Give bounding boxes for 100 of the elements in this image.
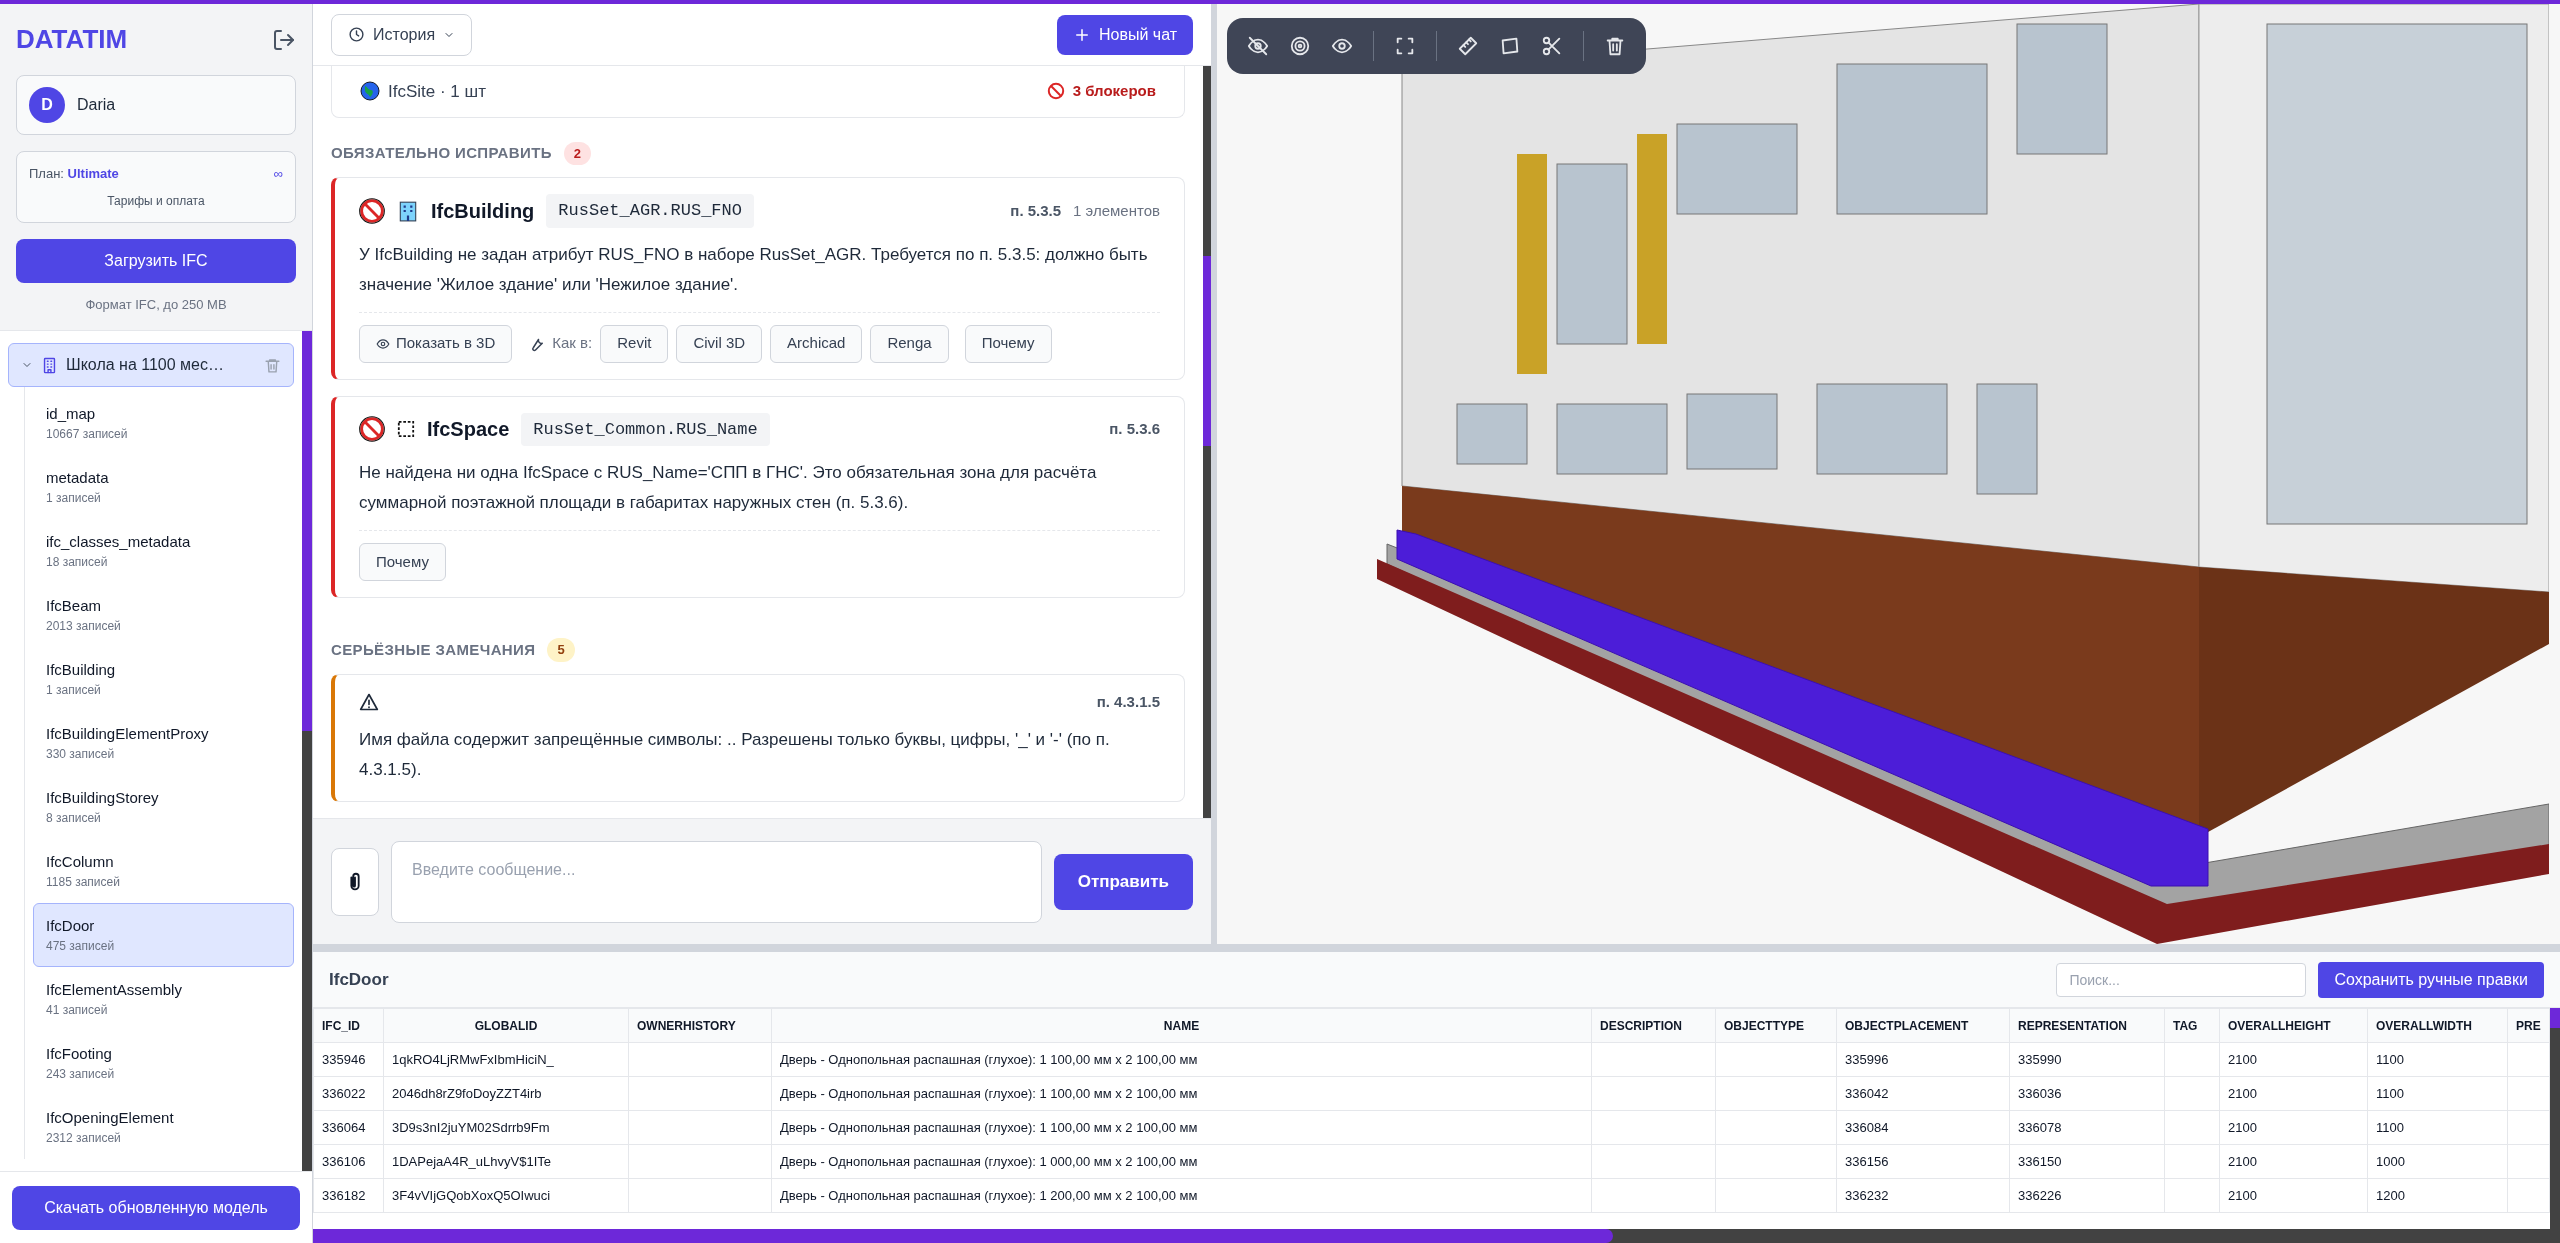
table-cell: 1100	[2367, 1042, 2508, 1077]
billing-link[interactable]: Тарифы и оплата	[29, 191, 283, 210]
scrollbar[interactable]	[302, 331, 312, 1171]
table-list-item[interactable]: IfcColumn 1185 записей	[33, 839, 294, 903]
column-header[interactable]: GLOBALID	[383, 1008, 629, 1043]
plan-label: План: Ultimate	[29, 165, 119, 183]
building-icon	[397, 199, 419, 222]
column-header[interactable]: OBJECTPLACEMENT	[1836, 1008, 2010, 1043]
table-list-item[interactable]: ifc_classes_metadata 18 записей	[33, 519, 294, 583]
column-header[interactable]: OBJECTTYPE	[1715, 1008, 1837, 1043]
prohibited-icon	[1046, 82, 1065, 101]
column-header[interactable]: IFC_ID	[313, 1008, 384, 1043]
table-cell: 336042	[1836, 1076, 2010, 1111]
table-list-item[interactable]: IfcElementAssembly 41 записей	[33, 967, 294, 1031]
entity-name: IfcBuilding	[431, 198, 535, 224]
table-title: IfcDoor	[329, 968, 389, 991]
save-button[interactable]: Сохранить ручные правки	[2318, 961, 2544, 998]
table-cell: 1100	[2367, 1076, 2508, 1111]
table-cell: 1DAPejaA4R_uLhvyV$1ITe	[383, 1144, 629, 1179]
table-cell: 2100	[2219, 1076, 2368, 1111]
table-cell: 335996	[1836, 1042, 2010, 1077]
resize-handle[interactable]	[1211, 4, 1217, 944]
table-list-item[interactable]: IfcOpeningElement 2312 записей	[33, 1095, 294, 1159]
eye-icon	[376, 336, 390, 351]
column-header[interactable]: OVERALLHEIGHT	[2219, 1008, 2368, 1043]
project-name: Школа на 1100 мес…	[66, 355, 225, 375]
column-header[interactable]: REPRESENTATION	[2009, 1008, 2165, 1043]
scissors-icon[interactable]	[1541, 35, 1563, 57]
fullscreen-icon[interactable]	[1394, 35, 1416, 57]
issue-text: Не найдена ни одна IfcSpace с RUS_Name='СПП в ГНС'. Это обязательная зона для расчёта суммарной поэтажной площади в габаритах наружных стен (п. 5.3.6).	[359, 462, 1098, 514]
table-cell: 3F4vVIjGQobXoxQ5OIwuci	[383, 1178, 629, 1213]
building-icon	[41, 356, 58, 374]
dashed-square-icon	[397, 420, 415, 439]
app-button[interactable]: Civil 3D	[676, 324, 763, 363]
column-header[interactable]: OWNERHISTORY	[628, 1008, 772, 1043]
app-button[interactable]: Archicad	[770, 324, 863, 363]
table-list-item[interactable]: IfcFooting 243 записей	[33, 1031, 294, 1095]
table-cell: Дверь - Однопольная распашная (глухое): 1 000,00 мм x 2 100,00 мм	[771, 1144, 1592, 1179]
table-cell: 1200	[2367, 1178, 2508, 1213]
scrollbar[interactable]	[2550, 1008, 2560, 1229]
ruler-icon[interactable]	[1457, 35, 1479, 57]
app-button[interactable]: Revit	[600, 324, 669, 363]
element-count: 1 элементов	[1073, 200, 1160, 221]
user-avatar: D	[29, 87, 65, 123]
table-cell: 336182	[313, 1178, 384, 1213]
table-cell: 336156	[1836, 1144, 2010, 1179]
logout-icon[interactable]	[272, 27, 296, 52]
why-button[interactable]: Почему	[964, 324, 1052, 363]
table-cell: 336078	[2009, 1110, 2165, 1145]
history-button[interactable]: История	[331, 13, 473, 56]
attribute-code: RusSet_AGR.RUS_FNO	[546, 194, 754, 228]
prohibited-icon	[359, 416, 385, 443]
table-cell: 2046dh8rZ9foDoyZZT4irb	[383, 1076, 629, 1111]
table-list-item[interactable]: id_map 10667 записей	[33, 391, 294, 455]
trash-icon[interactable]	[1604, 35, 1626, 57]
upload-hint: Формат IFC, до 250 MB	[84, 295, 228, 314]
column-header[interactable]: PRE	[2507, 1008, 2550, 1043]
table-list-item[interactable]: IfcBeam 2013 записей	[33, 583, 294, 647]
table-list-item[interactable]: metadata 1 записей	[33, 455, 294, 519]
app-button[interactable]: Renga	[870, 324, 949, 363]
download-button[interactable]: Скачать обновленную модель	[12, 1185, 300, 1230]
table-cell: 336036	[2009, 1076, 2165, 1111]
send-button[interactable]: Отправить	[1053, 853, 1193, 910]
upload-button[interactable]: Загрузить IFC	[16, 238, 296, 283]
table-cell: 335990	[2009, 1042, 2165, 1077]
table-cell: 1000	[2367, 1144, 2508, 1179]
table-cell: Дверь - Однопольная распашная (глухое): 1 100,00 мм x 2 100,00 мм	[771, 1110, 1592, 1145]
entity-name: IfcSpace	[427, 417, 510, 443]
hide-icon[interactable]	[1247, 35, 1269, 57]
globe-icon	[360, 81, 380, 102]
clause-number: п. 4.3.1.5	[1096, 691, 1160, 712]
app-logo: DATATIM	[16, 23, 128, 56]
table-cell: 336022	[313, 1076, 384, 1111]
table-list-item[interactable]: IfcDoor 475 записей	[33, 903, 294, 967]
clause-number: п. 5.3.5	[1010, 200, 1062, 221]
column-header[interactable]: TAG	[2164, 1008, 2220, 1043]
resize-handle[interactable]	[313, 944, 2560, 952]
scrollbar[interactable]	[313, 1229, 2560, 1243]
column-header[interactable]: DESCRIPTION	[1591, 1008, 1716, 1043]
table-cell: 336150	[2009, 1144, 2165, 1179]
clock-icon	[348, 26, 365, 43]
show-3d-button[interactable]: Показать в 3D	[359, 324, 513, 363]
table-list-item[interactable]: IfcBuildingElementProxy 330 записей	[33, 711, 294, 775]
section-heading: ОБЯЗАТЕЛЬНО ИСПРАВИТЬ	[331, 143, 552, 163]
target-icon[interactable]	[1289, 35, 1311, 57]
section-heading: СЕРЬЁЗНЫЕ ЗАМЕЧАНИЯ	[331, 639, 536, 660]
column-header[interactable]: NAME	[771, 1008, 1592, 1043]
scrollbar[interactable]	[1203, 66, 1211, 818]
column-header[interactable]: OVERALLWIDTH	[2367, 1008, 2508, 1043]
count-badge: 2	[563, 141, 592, 165]
why-button[interactable]: Почему	[359, 543, 446, 581]
table-cell: 2100	[2219, 1110, 2368, 1145]
table-cell: 335946	[313, 1042, 384, 1077]
search-field[interactable]: Поиск...	[2056, 962, 2307, 997]
attach-button[interactable]	[331, 847, 379, 916]
new-chat-button[interactable]: Новый чат	[1056, 14, 1193, 55]
table-list-item[interactable]: IfcBuildingStorey 8 записей	[33, 775, 294, 839]
message-input[interactable]: Введите сообщение...	[391, 840, 1042, 923]
table-cell: Дверь - Однопольная распашная (глухое): 1 100,00 мм x 2 100,00 мм	[771, 1076, 1592, 1111]
table-list-item[interactable]: IfcBuilding 1 записей	[33, 647, 294, 711]
